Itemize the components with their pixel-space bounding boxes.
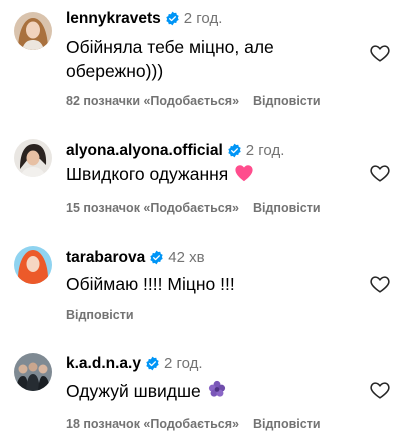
avatar[interactable]	[14, 12, 52, 50]
like-heart-icon[interactable]	[369, 273, 391, 295]
comment-text-line: Обійняла тебе міцно, але	[66, 37, 274, 57]
username[interactable]: lennykravets	[66, 10, 161, 27]
timestamp: 42 хв	[168, 249, 205, 266]
timestamp: 2 год.	[245, 142, 285, 159]
avatar[interactable]	[14, 246, 52, 284]
likes-count[interactable]: 82 позначки «Подобається»	[66, 94, 239, 108]
likes-count[interactable]: 18 позначок «Подобається»	[66, 417, 239, 431]
comment-kadnay: k.a.d.n.a.y 2 год. Одужуй швидше 18 позна…	[0, 346, 400, 440]
timestamp: 2 год.	[163, 355, 203, 372]
comment-meta: 18 позначок «Подобається» Відповісти	[66, 416, 321, 432]
verified-badge-icon	[227, 143, 242, 164]
avatar[interactable]	[14, 353, 52, 391]
comment-meta: Відповісти	[66, 307, 134, 323]
verified-badge-icon	[145, 356, 160, 377]
purple-flower-emoji-icon	[207, 379, 227, 405]
comment-text-line: обережно)))	[66, 61, 164, 81]
reply-button[interactable]: Відповісти	[253, 201, 321, 215]
timestamp: 2 год.	[183, 10, 223, 27]
comment-meta: 82 позначки «Подобається» Відповісти	[66, 93, 321, 109]
comment-text-content: Швидкого одужання	[66, 164, 229, 184]
comment-text-content: Одужуй швидше	[66, 381, 201, 401]
comment-text: Одужуй швидше	[66, 379, 356, 405]
reply-button[interactable]: Відповісти	[253, 94, 321, 108]
comment-alyona: alyona.alyona.official 2 год. Швидкого од…	[0, 132, 400, 222]
reply-button[interactable]: Відповісти	[253, 417, 321, 431]
username[interactable]: tarabarova	[66, 249, 145, 266]
likes-count[interactable]: 15 позначок «Подобається»	[66, 201, 239, 215]
reply-button[interactable]: Відповісти	[66, 308, 134, 322]
verified-badge-icon	[165, 11, 180, 32]
comment-meta: 15 позначок «Подобається» Відповісти	[66, 200, 321, 216]
comment-tarabarova: tarabarova 42 хв Обіймаю !!!! Міцно !!! В…	[0, 240, 400, 330]
like-heart-icon[interactable]	[369, 379, 391, 401]
comment-text: Обійняла тебе міцно, але обережно)))	[66, 35, 356, 83]
like-heart-icon[interactable]	[369, 42, 391, 64]
username[interactable]: alyona.alyona.official	[66, 142, 223, 159]
like-heart-icon[interactable]	[369, 162, 391, 184]
comment-lennykravets: lennykravets 2 год. Обійняла тебе міцно, …	[0, 0, 400, 110]
verified-badge-icon	[149, 250, 164, 271]
avatar[interactable]	[14, 139, 52, 177]
comment-text: Обіймаю !!!! Міцно !!!	[66, 274, 235, 294]
comment-text: Швидкого одужання	[66, 162, 356, 188]
username[interactable]: k.a.d.n.a.y	[66, 355, 141, 372]
pink-heart-emoji-icon	[234, 164, 254, 188]
